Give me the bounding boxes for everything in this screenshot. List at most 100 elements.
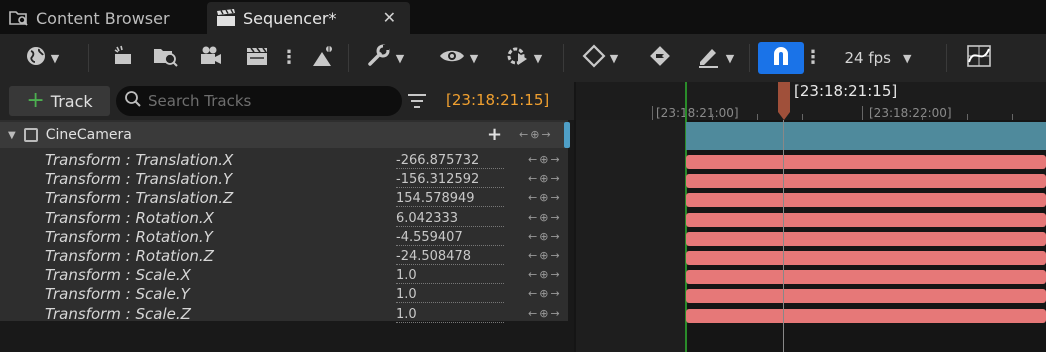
property-value-field[interactable]: -156.312592 [396, 172, 504, 189]
add-key-icon[interactable]: ⊕ [539, 287, 548, 300]
keyframe-row[interactable] [686, 174, 1046, 189]
property-track-row[interactable]: Transform : Scale.Z 1.0 ← ⊕ → [0, 305, 568, 324]
add-key-icon[interactable]: ⊕ [539, 211, 548, 224]
prev-key-icon[interactable]: ← [528, 153, 537, 166]
add-key-icon[interactable]: ⊕ [530, 128, 539, 141]
add-key-icon[interactable]: ⊕ [539, 268, 548, 281]
keyframe-row[interactable] [686, 231, 1046, 246]
keyframe-row[interactable] [686, 251, 1046, 265]
keyframe-row[interactable] [686, 270, 1046, 285]
next-key-icon[interactable]: → [550, 153, 559, 166]
key-navigation[interactable]: ← ⊕ → [528, 287, 560, 300]
camera-section-bar[interactable] [686, 122, 1046, 150]
property-value-field[interactable]: 6.042333 [396, 211, 504, 227]
prev-key-icon[interactable]: ← [528, 249, 537, 262]
edit-button[interactable]: ▼ [690, 42, 740, 74]
snap-options-button[interactable]: ⋮ [804, 42, 822, 74]
property-track-row[interactable]: Transform : Rotation.X 6.042333 ← ⊕ → [0, 209, 568, 228]
property-track-row[interactable]: Transform : Scale.X 1.0 ← ⊕ → [0, 266, 568, 285]
prev-key-icon[interactable]: ← [519, 128, 528, 141]
fps-dropdown[interactable]: 24 fps ▼ [836, 42, 920, 74]
actor-button[interactable] [308, 42, 340, 74]
property-value-field[interactable]: 1.0 [396, 287, 504, 304]
next-key-icon[interactable]: → [541, 128, 550, 141]
prev-key-icon[interactable]: ← [528, 211, 537, 224]
clapperboard-button[interactable] [242, 42, 272, 74]
key-navigation[interactable]: ← ⊕ → [528, 153, 560, 166]
next-key-icon[interactable]: → [550, 230, 559, 243]
scrollbar-thumb[interactable] [564, 122, 570, 148]
next-key-icon[interactable]: → [550, 191, 559, 204]
keyframe-row[interactable] [686, 308, 1046, 323]
next-key-icon[interactable]: → [550, 268, 559, 281]
current-time-display[interactable]: [23:18:21:15] [446, 91, 549, 109]
next-key-icon[interactable]: → [550, 211, 559, 224]
tab-content-browser[interactable]: Content Browser [0, 2, 205, 34]
search-box[interactable] [116, 86, 402, 116]
expand-arrow-icon[interactable]: ▼ [8, 130, 16, 141]
property-value-field[interactable]: -24.508478 [396, 249, 504, 265]
add-key-icon[interactable]: ⊕ [539, 307, 548, 320]
close-icon[interactable]: ✕ [383, 8, 396, 27]
key-navigation[interactable]: ← ⊕ → [528, 191, 560, 204]
property-track-row[interactable]: Transform : Scale.Y 1.0 ← ⊕ → [0, 285, 568, 304]
add-key-icon[interactable]: ⊕ [539, 153, 548, 166]
property-track-row[interactable]: Transform : Rotation.Z -24.508478 ← ⊕ → [0, 247, 568, 266]
next-key-icon[interactable]: → [550, 307, 559, 320]
property-track-row[interactable]: Transform : Translation.Z 154.578949 ← ⊕ → [0, 189, 568, 208]
property-track-row[interactable]: Transform : Translation.Y -156.312592 ← ⊕ → [0, 170, 568, 189]
prev-key-icon[interactable]: ← [528, 268, 537, 281]
add-key-icon[interactable]: ⊕ [539, 230, 548, 243]
prev-key-icon[interactable]: ← [528, 287, 537, 300]
key-button[interactable]: ▼ [576, 42, 624, 74]
auto-key-button[interactable] [646, 42, 674, 74]
key-navigation[interactable]: ← ⊕ → [528, 249, 560, 262]
property-value-field[interactable]: 1.0 [396, 268, 504, 285]
tab-sequencer[interactable]: Sequencer* ✕ [207, 2, 410, 34]
prev-key-icon[interactable]: ← [528, 230, 537, 243]
add-key-icon[interactable]: ⊕ [539, 172, 548, 185]
prev-key-icon[interactable]: ← [528, 172, 537, 185]
add-track-button[interactable]: + Track [9, 86, 110, 116]
track-list: ▼ CineCamera + ← ⊕ → Transform : Translati… [0, 120, 574, 352]
keyframe-row[interactable] [686, 193, 1046, 208]
playhead-handle[interactable] [776, 82, 792, 120]
key-navigation[interactable]: ← ⊕ → [528, 211, 560, 224]
property-track-row[interactable]: Transform : Rotation.Y -4.559407 ← ⊕ → [0, 228, 568, 247]
key-navigation[interactable]: ← ⊕ → [528, 172, 560, 185]
curve-editor-button[interactable] [962, 42, 996, 74]
tools-button[interactable]: ▼ [360, 42, 410, 74]
find-in-browser-button[interactable] [148, 42, 182, 74]
filter-icon[interactable] [407, 92, 427, 114]
playback-options-button[interactable]: ▼ [498, 42, 548, 74]
add-key-icon[interactable]: ⊕ [539, 191, 548, 204]
key-navigation[interactable]: ← ⊕ → [528, 268, 560, 281]
more-button[interactable]: ⋮ [280, 42, 298, 74]
property-value-field[interactable]: 1.0 [396, 307, 504, 323]
snap-toggle-button[interactable] [758, 42, 804, 74]
search-input[interactable] [148, 92, 388, 110]
property-label: Transform : Rotation.Y [45, 227, 213, 246]
add-key-icon[interactable]: ⊕ [539, 249, 548, 262]
view-options-button[interactable]: ▼ [430, 42, 486, 74]
camera-button[interactable] [196, 42, 226, 74]
property-track-row[interactable]: Transform : Translation.X -266.875732 ← ⊕ → [0, 151, 568, 170]
next-key-icon[interactable]: → [550, 249, 559, 262]
add-track-plus-icon[interactable]: + [487, 124, 502, 145]
keyframe-row[interactable] [686, 289, 1046, 304]
next-key-icon[interactable]: → [550, 287, 559, 300]
property-value-field[interactable]: 154.578949 [396, 191, 504, 208]
prev-key-icon[interactable]: ← [528, 307, 537, 320]
keyframe-row[interactable] [686, 212, 1046, 227]
camera-track-row[interactable]: ▼ CineCamera + ← ⊕ → [0, 122, 568, 148]
key-navigation[interactable]: ← ⊕ → [519, 128, 551, 141]
property-value-field[interactable]: -4.559407 [396, 230, 504, 246]
key-navigation[interactable]: ← ⊕ → [528, 307, 560, 320]
next-key-icon[interactable]: → [550, 172, 559, 185]
property-value-field[interactable]: -266.875732 [396, 153, 504, 169]
render-button[interactable] [108, 42, 138, 74]
prev-key-icon[interactable]: ← [528, 191, 537, 204]
keyframe-row[interactable] [686, 155, 1046, 169]
world-button[interactable]: ▼ [16, 42, 68, 74]
key-navigation[interactable]: ← ⊕ → [528, 230, 560, 243]
